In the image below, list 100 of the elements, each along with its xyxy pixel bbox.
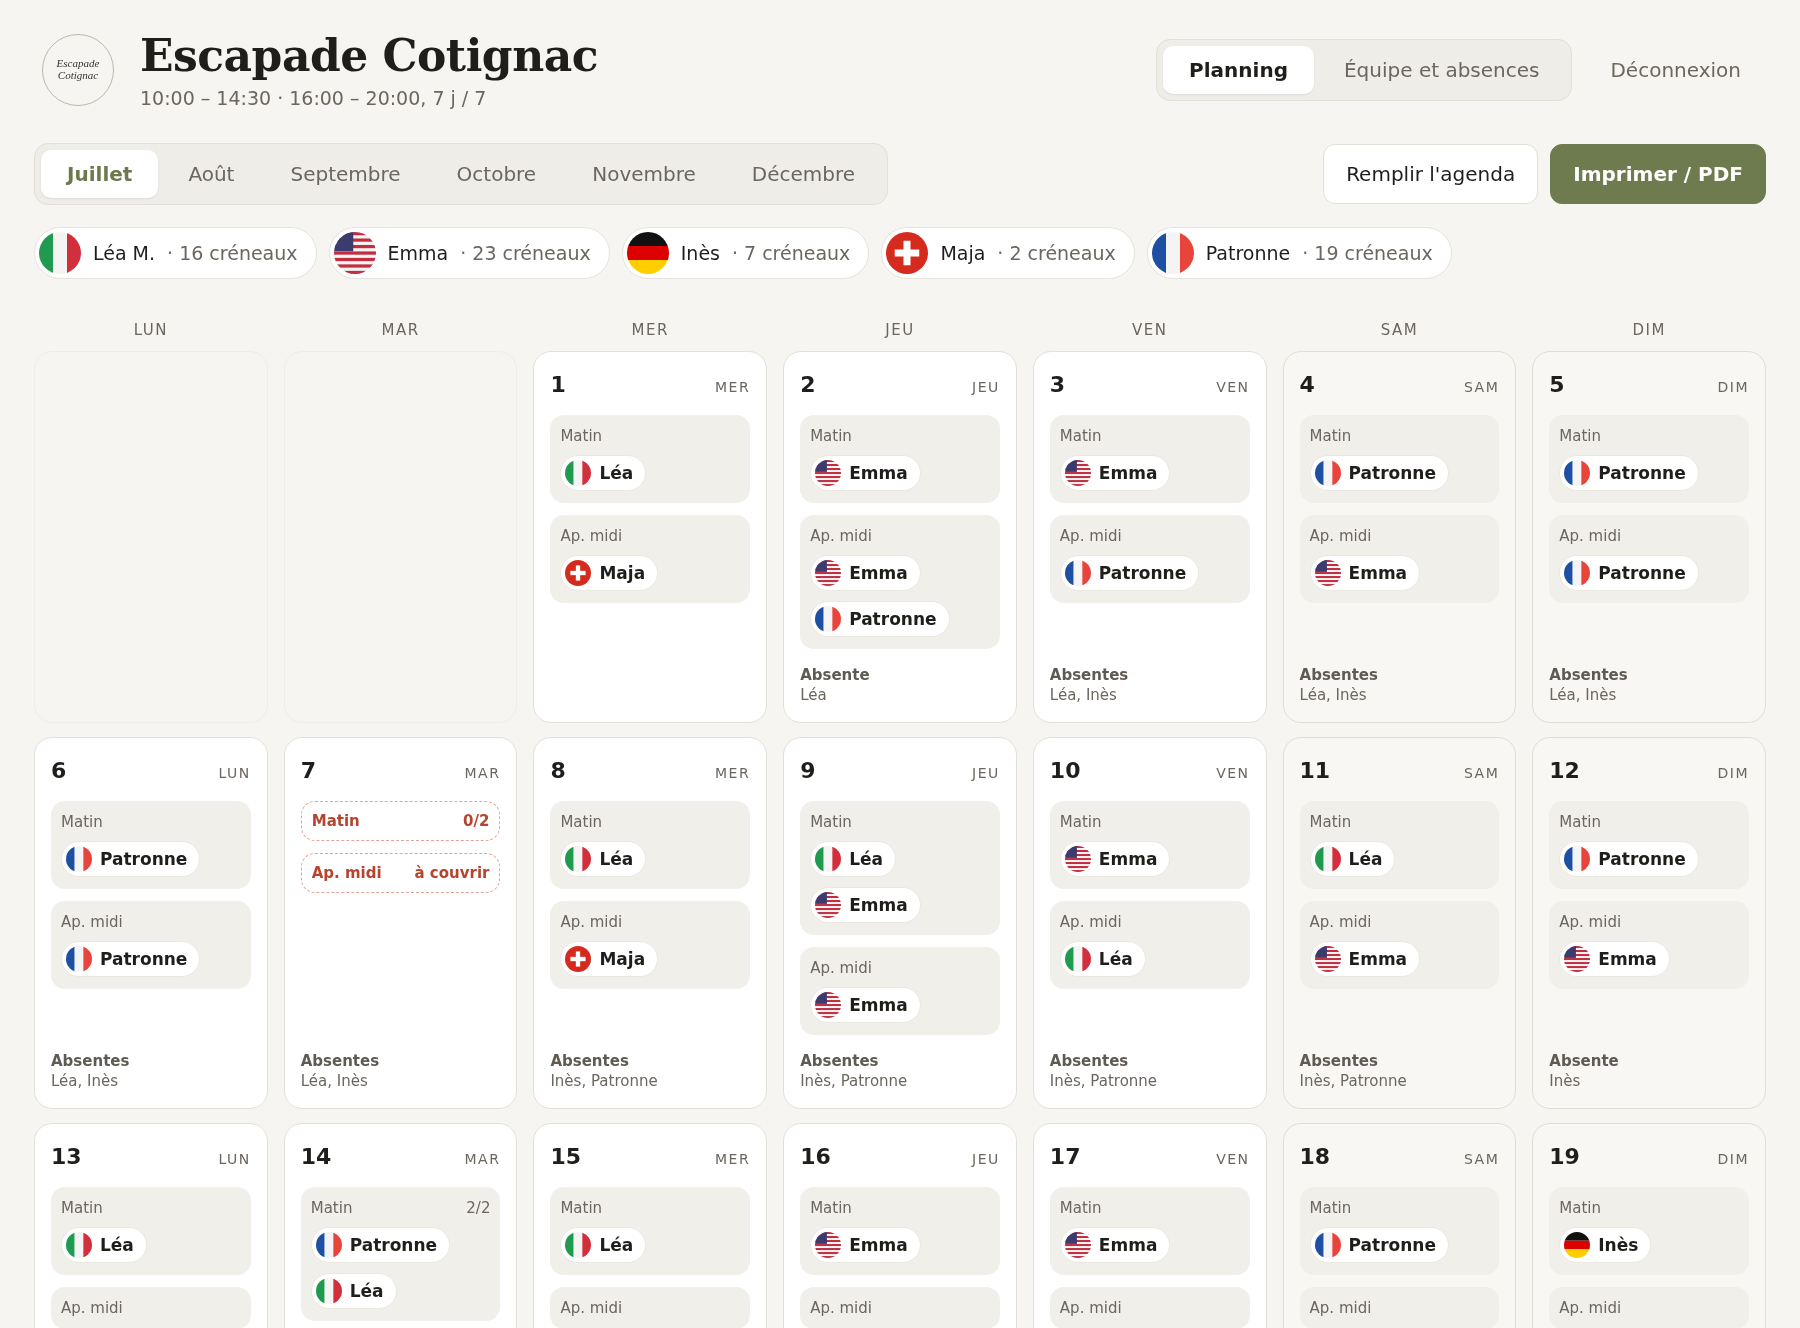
staff-chip[interactable]: Emma <box>810 1227 921 1263</box>
flag-icon <box>1314 460 1341 486</box>
print-button[interactable]: Imprimer / PDF <box>1550 144 1766 204</box>
weekday-label: MER <box>715 379 751 395</box>
shift-slot[interactable]: Matin Patronne <box>1549 415 1749 503</box>
shift-slot[interactable]: Matin Patronne <box>51 801 251 889</box>
shift-slot[interactable]: Matin Inès <box>1549 1187 1749 1275</box>
shift-slot[interactable]: Matin 0/2 <box>300 801 501 841</box>
shift-slot[interactable]: Matin Léa Emma <box>800 801 1000 935</box>
shift-slot[interactable]: Ap. midi Maja <box>550 515 751 603</box>
shift-slot[interactable]: Matin Léa <box>51 1187 251 1275</box>
shift-slot[interactable]: Matin Emma <box>1049 1187 1250 1275</box>
shift-slot[interactable]: Matin Emma <box>1049 801 1250 889</box>
shift-slot[interactable]: Ap. midi Emma Patronne <box>800 515 1000 649</box>
staff-chip[interactable]: Emma <box>1309 941 1421 977</box>
shift-slot[interactable]: Ap. midi Emma <box>1549 901 1749 989</box>
shift-slot[interactable]: Ap. midi <box>550 1287 751 1328</box>
staff-chip[interactable]: Léa <box>560 455 647 491</box>
month-tab[interactable]: Septembre <box>264 150 427 198</box>
shift-label: Matin <box>1309 1199 1352 1217</box>
staff-chip[interactable]: Léa <box>560 841 647 877</box>
shift-slot[interactable]: Matin Léa <box>550 801 751 889</box>
shift-count: 2/2 <box>466 1199 491 1217</box>
month-tab[interactable]: Décembre <box>725 150 882 198</box>
shift-slot[interactable]: Matin Emma <box>1049 415 1250 503</box>
shift-count: 0/2 <box>463 812 490 830</box>
staff-chip[interactable]: Emma <box>1059 455 1171 491</box>
staff-chip[interactable]: Maja <box>560 555 659 591</box>
shift-slot[interactable]: Ap. midi Emma <box>800 947 1000 1035</box>
absent-title: Absentes <box>300 1052 381 1070</box>
staff-chip[interactable]: Patronne <box>1309 1227 1449 1263</box>
shift-slot[interactable]: Ap. midi Patronne <box>1549 515 1749 603</box>
month-tab[interactable]: Août <box>162 150 261 198</box>
shift-slot[interactable]: Ap. midi Emma <box>1299 901 1500 989</box>
staff-chip[interactable]: Emma <box>1059 1227 1171 1263</box>
staff-chip[interactable]: Emma <box>1559 941 1670 977</box>
staff-chip[interactable]: Patronne <box>1559 841 1699 877</box>
fill-button[interactable]: Remplir l'agenda <box>1323 144 1539 204</box>
team-member-chip[interactable]: Inès · 7 créneaux <box>621 227 870 279</box>
staff-chip[interactable]: Léa <box>560 1227 647 1263</box>
flag-icon <box>315 1232 342 1258</box>
shift-slot[interactable]: Ap. midi <box>51 1287 251 1328</box>
month-tab[interactable]: Juillet <box>41 150 159 198</box>
day-number: 2 <box>800 372 816 397</box>
logout-link[interactable]: Déconnexion <box>1610 57 1741 82</box>
flag-icon <box>1064 560 1091 586</box>
shift-slot[interactable]: Matin Emma <box>800 1187 1000 1275</box>
shift-slot[interactable]: Matin Emma <box>800 415 1000 503</box>
nav-tab[interactable]: Équipe et absences <box>1317 45 1566 94</box>
shift-slot[interactable]: Ap. midi <box>1049 1287 1250 1328</box>
shift-slot[interactable]: Matin Patronne <box>1299 1187 1500 1275</box>
team-member-chip[interactable]: Patronne · 19 créneaux <box>1146 227 1452 279</box>
staff-chip[interactable]: Léa <box>810 841 896 877</box>
staff-chip[interactable]: Emma <box>1309 555 1421 591</box>
staff-chip[interactable]: Léa <box>61 1227 147 1263</box>
team-member-chip[interactable]: Léa M. · 16 créneaux <box>34 227 317 279</box>
shift-slot[interactable]: Matin Patronne <box>1299 415 1500 503</box>
nav-tab[interactable]: Planning <box>1163 45 1314 94</box>
shift-slot[interactable]: Ap. midi Patronne <box>51 901 251 989</box>
shift-slot[interactable]: Ap. midi Patronne <box>1049 515 1250 603</box>
staff-chip[interactable]: Patronne <box>810 601 950 637</box>
shift-slot[interactable]: Ap. midi <box>800 1287 1000 1328</box>
staff-chip[interactable]: Patronne <box>1059 555 1200 591</box>
shift-label: Ap. midi <box>560 1299 623 1317</box>
staff-chip[interactable]: Patronne <box>1309 455 1449 491</box>
flag-icon <box>1314 560 1341 586</box>
shift-slot[interactable]: Matin Léa <box>1299 801 1500 889</box>
shift-label: Ap. midi <box>1309 527 1372 545</box>
staff-chip[interactable]: Patronne <box>61 841 201 877</box>
staff-chip[interactable]: Maja <box>560 941 659 977</box>
staff-chip[interactable]: Léa <box>310 1273 397 1309</box>
day-number: 8 <box>550 758 566 783</box>
shift-slot[interactable]: Ap. midi à couvrir <box>300 853 501 893</box>
staff-chip[interactable]: Léa <box>1309 841 1396 877</box>
staff-chip[interactable]: Patronne <box>61 941 201 977</box>
shift-label: Ap. midi <box>61 1299 123 1317</box>
team-member-chip[interactable]: Maja · 2 créneaux <box>881 227 1135 279</box>
shift-slot[interactable]: Ap. midi Léa <box>1049 901 1250 989</box>
staff-chip[interactable]: Emma <box>810 987 921 1023</box>
staff-chip[interactable]: Patronne <box>1559 555 1699 591</box>
staff-chip[interactable]: Emma <box>810 455 921 491</box>
staff-chip[interactable]: Emma <box>1059 841 1171 877</box>
staff-chip[interactable]: Léa <box>1059 941 1146 977</box>
team-member-chip[interactable]: Emma · 23 créneaux <box>328 227 610 279</box>
shift-slot[interactable]: Ap. midi <box>1299 1287 1500 1328</box>
shift-slot[interactable]: Matin Patronne <box>1549 801 1749 889</box>
shift-slot[interactable]: Matin Léa <box>550 415 751 503</box>
flag-icon <box>1314 846 1341 872</box>
staff-chip[interactable]: Patronne <box>310 1227 451 1263</box>
month-tab[interactable]: Octobre <box>430 150 563 198</box>
shift-slot[interactable]: Ap. midi <box>1549 1287 1749 1328</box>
staff-chip[interactable]: Patronne <box>1559 455 1699 491</box>
month-tab[interactable]: Novembre <box>566 150 722 198</box>
staff-chip[interactable]: Inès <box>1559 1227 1652 1263</box>
shift-slot[interactable]: Matin Léa <box>550 1187 751 1275</box>
staff-chip[interactable]: Emma <box>810 887 921 923</box>
shift-slot[interactable]: Matin 2/2 Patronne Léa <box>300 1187 501 1321</box>
shift-slot[interactable]: Ap. midi Maja <box>550 901 751 989</box>
shift-slot[interactable]: Ap. midi Emma <box>1299 515 1500 603</box>
staff-chip[interactable]: Emma <box>810 555 921 591</box>
